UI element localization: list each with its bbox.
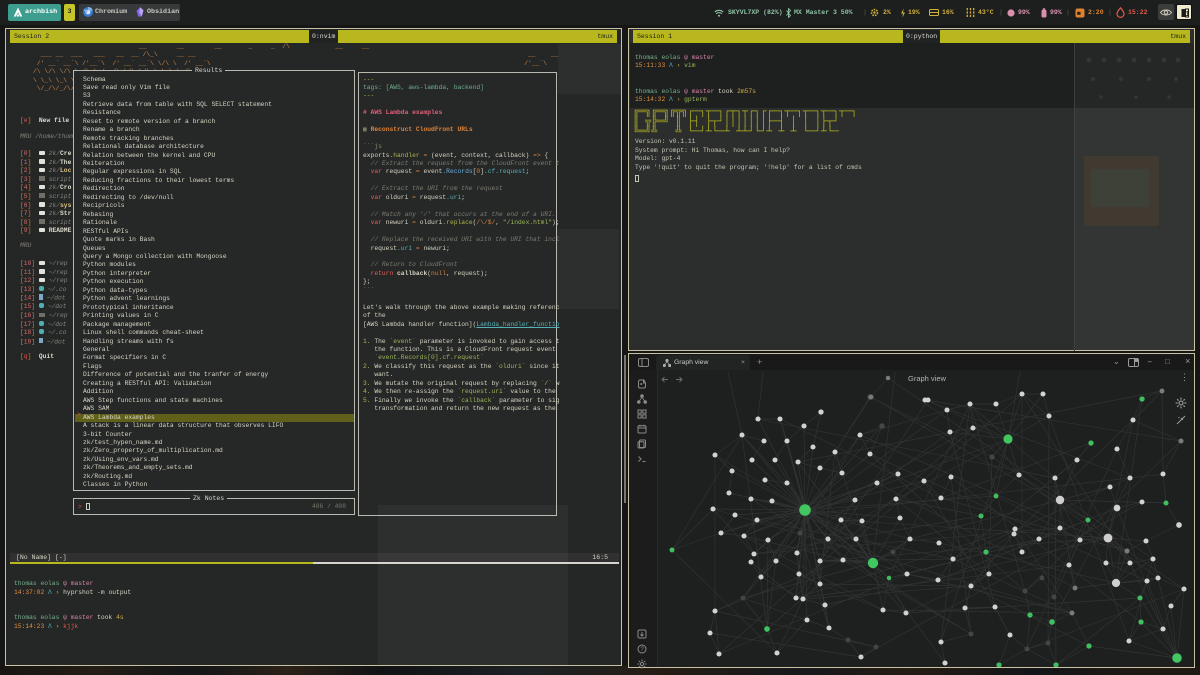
svg-text:1: 1 [1186, 11, 1189, 18]
